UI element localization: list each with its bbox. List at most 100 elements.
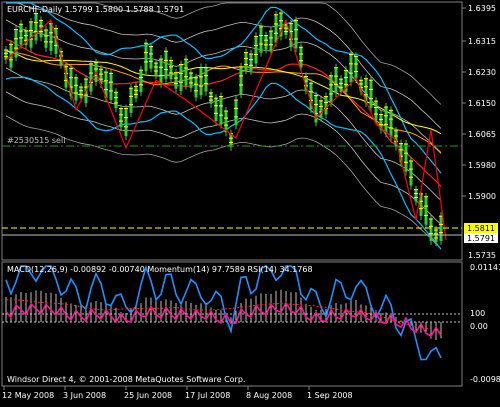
candle-body[interactable] [144,43,148,72]
candle-body[interactable] [159,59,163,84]
candle-body[interactable] [234,100,238,126]
candle-body[interactable] [189,72,193,88]
candle-body[interactable] [294,20,298,49]
indicator-tick-label: -0.00988 [470,375,500,384]
candle-body[interactable] [389,110,393,137]
candle-body[interactable] [329,75,333,104]
price-tick-label: 1.6315 [468,37,496,46]
candle-body[interactable] [129,88,133,113]
price-tick-label: 1.6395 [468,4,496,13]
date-tick-label: 8 Aug 2008 [246,391,292,400]
candle-body[interactable] [429,218,433,241]
candle-body[interactable] [284,24,288,35]
candle-body[interactable] [384,107,388,134]
candle-body[interactable] [109,73,113,100]
copyright-footer: Windsor Direct 4, © 2001-2008 MetaQuotes… [7,375,245,384]
candle-body[interactable] [74,77,78,101]
candle-body[interactable] [319,100,323,118]
candle-body[interactable] [29,21,33,48]
candle-body[interactable] [219,96,223,125]
candle-body[interactable] [34,13,38,41]
chart-window[interactable]: #2530515 sell EURCHF,Daily 1.5799 1.5800… [0,0,500,403]
candle-body[interactable] [229,133,233,147]
price-tick-label: 1.5900 [468,192,496,201]
candle-body[interactable] [244,52,248,71]
candle-body[interactable] [119,108,123,128]
candle-body[interactable] [209,92,213,104]
price-candles[interactable] [4,8,443,247]
date-tick-label: 25 Jun 2008 [124,391,172,400]
candle-body[interactable] [414,189,418,202]
candle-body[interactable] [214,98,218,121]
symbol-info-label: EURCHF,Daily 1.5799 1.5800 1.5788 1.5791 [7,5,184,14]
price-tick-label: 1.6150 [468,99,496,108]
candle-body[interactable] [274,14,278,43]
price-tick-label: 1.5735 [468,251,496,260]
candle-body[interactable] [299,47,303,68]
bollinger-bands [5,2,442,250]
date-tick-label: 3 Jun 2008 [63,391,106,400]
indicator-tick-label: 100 [470,309,485,318]
indicator-tick-label: 0.00 [470,322,488,331]
zigzag-line [5,18,447,241]
chart-canvas[interactable]: #2530515 sell EURCHF,Daily 1.5799 1.5800… [0,0,500,403]
candle-body[interactable] [339,79,343,93]
candle-body[interactable] [124,108,128,137]
candle-body[interactable] [179,64,183,92]
candle-body[interactable] [154,62,158,76]
candle-body[interactable] [14,29,18,58]
candle-body[interactable] [149,46,153,69]
candle-body[interactable] [259,26,263,53]
candle-body[interactable] [369,80,373,108]
price-tick-label: 1.6065 [468,130,496,139]
candle-body[interactable] [424,196,428,225]
candle-body[interactable] [194,77,198,98]
candle-body[interactable] [199,67,203,96]
bid-price-badge-text: 1.5791 [467,234,495,243]
price-tick-label: 1.6230 [468,68,496,77]
candle-body[interactable] [114,92,118,109]
candle-body[interactable] [184,59,188,86]
indicator-info-label: MACD(12,26,9) -0.00892 -0.00740 Momentum… [7,265,313,274]
candle-body[interactable] [239,66,243,95]
candle-body[interactable] [324,96,328,115]
zigzag-path [5,18,447,241]
candle-body[interactable] [19,24,23,45]
candle-body[interactable] [139,70,143,93]
candle-body[interactable] [89,63,93,92]
main-price-axis: 1.6395 1.6315 1.6230 1.6150 1.6065 1.5980 1.59… [462,4,496,260]
date-tick-label: 17 Jul 2008 [185,391,230,400]
price-tick-label: 1.5980 [468,161,496,170]
envelope-line [5,115,442,249]
candle-body[interactable] [134,86,138,99]
candle-body[interactable] [374,101,378,121]
candle-body[interactable] [409,160,413,186]
candle-body[interactable] [44,29,48,48]
candle-body[interactable] [174,72,178,89]
indicator-tick-label: 0.01141 [470,263,500,272]
sell-order-label: #2530515 sell [7,136,65,145]
candle-body[interactable] [249,54,253,71]
candle-body[interactable] [49,23,53,52]
date-tick-label: 12 May 2008 [2,391,54,400]
candle-body[interactable] [254,36,258,64]
indicator-axis: 0.01141 100 0.00 -0.00988 [470,263,500,384]
candle-body[interactable] [354,56,358,80]
current-price-badge-text: 1.5811 [467,224,495,233]
candle-body[interactable] [334,67,338,93]
time-axis: 12 May 2008 3 Jun 2008 25 Jun 2008 17 Jul 2… [2,386,353,400]
envelope-bands [5,2,442,249]
candle-body[interactable] [79,87,83,99]
main-chart-frame [1,1,463,261]
date-tick-label: 1 Sep 2008 [307,391,353,400]
candle-body[interactable] [439,216,443,241]
candle-body[interactable] [269,31,273,52]
candle-body[interactable] [404,143,408,172]
macd-histogram [5,289,442,341]
candle-body[interactable] [164,51,168,79]
candle-body[interactable] [264,35,268,50]
candle-body[interactable] [349,54,353,83]
candle-body[interactable] [204,67,208,92]
candle-body[interactable] [169,60,173,80]
candle-body[interactable] [434,229,438,243]
